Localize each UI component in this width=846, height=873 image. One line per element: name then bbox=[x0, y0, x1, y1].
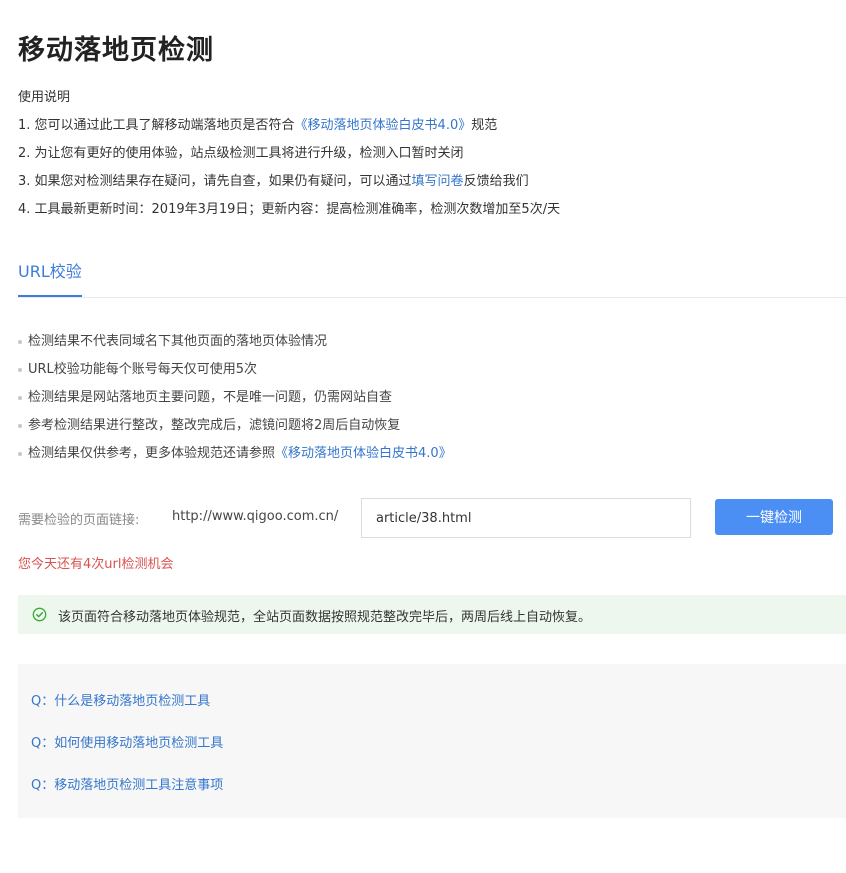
faq-link-notes[interactable]: Q：移动落地页检测工具注意事项 bbox=[31, 774, 223, 793]
faq-link-how-to-use[interactable]: Q：如何使用移动落地页检测工具 bbox=[31, 732, 223, 751]
usage-line-1: 1. 您可以通过此工具了解移动端落地页是否符合《移动落地页体验白皮书4.0》规范 bbox=[18, 114, 497, 133]
result-banner: 该页面符合移动落地页体验规范，全站页面数据按照规范整改完毕后，两周后线上自动恢复… bbox=[18, 595, 846, 634]
note-text: 检测结果是网站落地页主要问题，不是唯一问题，仍需网站自查 bbox=[28, 390, 393, 405]
list-item: URL校验功能每个账号每天仅可使用5次 bbox=[18, 361, 452, 389]
faq-panel: Q：什么是移动落地页检测工具 Q：如何使用移动落地页检测工具 Q：移动落地页检测… bbox=[18, 664, 846, 818]
tab-bar: URL校验 bbox=[18, 252, 846, 298]
list-item: 检测结果仅供参考，更多体验规范还请参照《移动落地页体验白皮书4.0》 bbox=[18, 445, 452, 473]
faq-link-what-is[interactable]: Q：什么是移动落地页检测工具 bbox=[31, 690, 210, 709]
page-title: 移动落地页检测 bbox=[18, 35, 214, 66]
note-text: 参考检测结果进行整改，整改完成后，滤镜问题将2周后自动恢复 bbox=[28, 418, 401, 433]
one-click-check-button[interactable]: 一键检测 bbox=[715, 499, 833, 535]
list-item: 检测结果是网站落地页主要问题，不是唯一问题，仍需网站自查 bbox=[18, 389, 452, 417]
bullet-icon bbox=[18, 340, 22, 344]
url-check-form: 需要检验的页面链接: http://www.qigoo.com.cn/ 一键检测 bbox=[18, 498, 846, 538]
usage-line-1-suffix: 规范 bbox=[471, 118, 498, 133]
usage-line-3-suffix: 反馈给我们 bbox=[463, 174, 529, 189]
notes-list: 检测结果不代表同域名下其他页面的落地页体验情况 URL校验功能每个账号每天仅可使… bbox=[18, 333, 452, 473]
usage-line-3-text: 3. 如果您对检测结果存在疑问，请先自查，如果仍有疑问，可以通过 bbox=[18, 174, 412, 189]
url-path-input[interactable] bbox=[361, 498, 691, 538]
tab-url-check[interactable]: URL校验 bbox=[18, 252, 82, 297]
note-text: 检测结果不代表同域名下其他页面的落地页体验情况 bbox=[28, 334, 328, 349]
bullet-icon bbox=[18, 368, 22, 372]
bullet-icon bbox=[18, 396, 22, 400]
url-prefix: http://www.qigoo.com.cn/ bbox=[172, 509, 339, 524]
usage-line-2: 2. 为让您有更好的使用体验，站点级检测工具将进行升级，检测入口暂时关闭 bbox=[18, 146, 464, 161]
note-text: 检测结果仅供参考，更多体验规范还请参照 bbox=[28, 446, 276, 461]
usage-line-4: 4. 工具最新更新时间：2019年3月19日；更新内容：提高检测准确率，检测次数… bbox=[18, 202, 561, 217]
survey-link[interactable]: 填写问卷 bbox=[412, 174, 464, 189]
check-circle-icon bbox=[32, 607, 47, 622]
list-item: 检测结果不代表同域名下其他页面的落地页体验情况 bbox=[18, 333, 452, 361]
result-message: 该页面符合移动落地页体验规范，全站页面数据按照规范整改完毕后，两周后线上自动恢复… bbox=[58, 610, 592, 625]
bullet-icon bbox=[18, 452, 22, 456]
usage-line-3: 3. 如果您对检测结果存在疑问，请先自查，如果仍有疑问，可以通过填写问卷反馈给我… bbox=[18, 170, 529, 189]
list-item: 参考检测结果进行整改，整改完成后，滤镜问题将2周后自动恢复 bbox=[18, 417, 452, 445]
usage-line-1-text: 1. 您可以通过此工具了解移动端落地页是否符合 bbox=[18, 118, 295, 133]
note-text: URL校验功能每个账号每天仅可使用5次 bbox=[28, 362, 258, 377]
url-field-label: 需要检验的页面链接: bbox=[18, 513, 140, 528]
bullet-icon bbox=[18, 424, 22, 428]
whitepaper-link-2[interactable]: 《移动落地页体验白皮书4.0》 bbox=[275, 446, 452, 461]
usage-heading: 使用说明 bbox=[18, 90, 71, 105]
whitepaper-link[interactable]: 《移动落地页体验白皮书4.0》 bbox=[295, 118, 472, 133]
remaining-checks-text: 您今天还有4次url检测机会 bbox=[18, 557, 174, 572]
